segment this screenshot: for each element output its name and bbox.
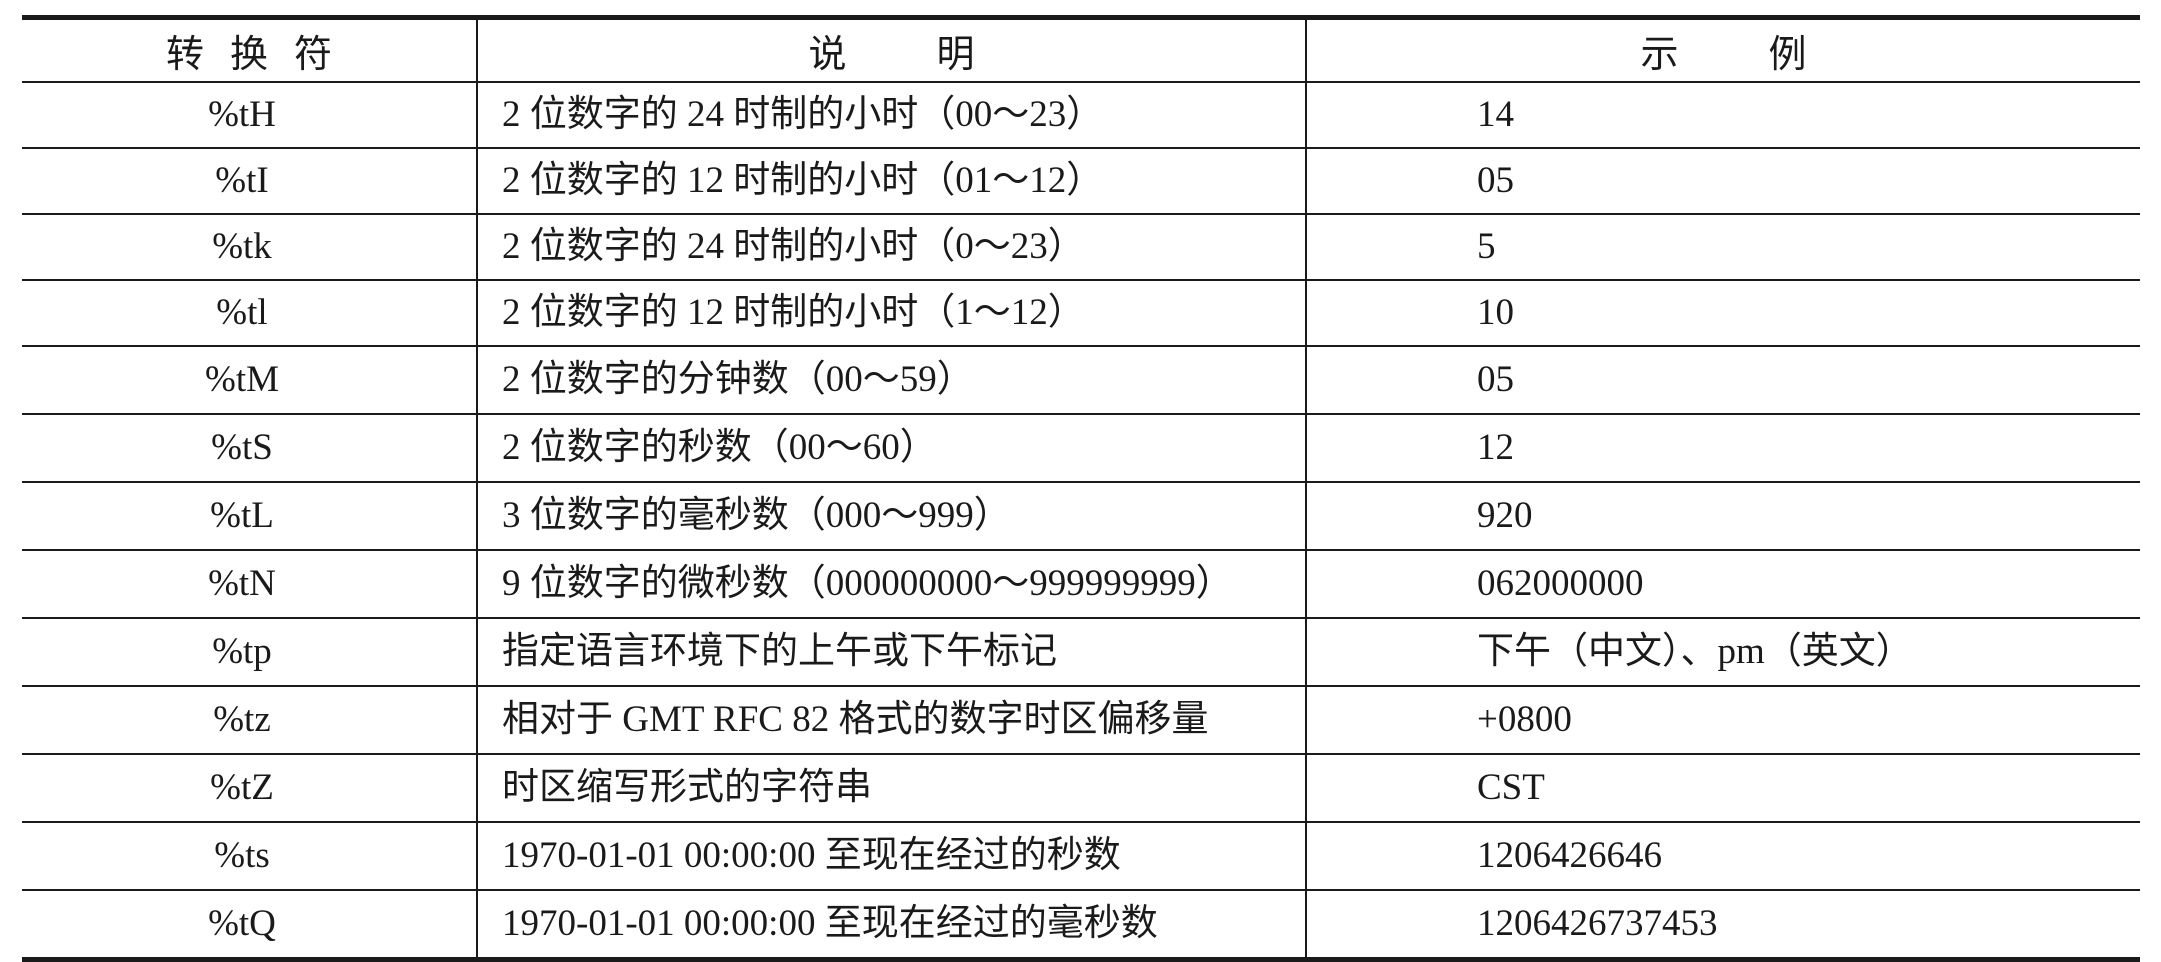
- table-row: %tl 2 位数字的 12 时制的小时（1～12） 10: [22, 280, 2140, 347]
- example-cell: 05: [1305, 148, 2140, 215]
- example-cell: +0800: [1305, 686, 2140, 755]
- table-row: %tZ 时区缩写形式的字符串 CST: [22, 754, 2140, 823]
- description-cell: 3 位数字的毫秒数（000～999）: [476, 482, 1306, 551]
- table-row: %tH 2 位数字的 24 时制的小时（00～23） 14: [22, 82, 2140, 149]
- example-cell: 920: [1305, 482, 2140, 551]
- description-cell: 2 位数字的 24 时制的小时（00～23）: [476, 82, 1306, 149]
- conversion-code: %tp: [22, 618, 477, 687]
- conversion-code: %tQ: [208, 902, 276, 944]
- table-row: %tN 9 位数字的微秒数（000000000～999999999） 06200…: [22, 550, 2140, 619]
- conversion-code: %tl: [22, 280, 477, 347]
- description-cell: 1970-01-01 00:00:00 至现在经过的秒数: [476, 822, 1306, 891]
- conversion-code: %tZ: [22, 754, 477, 823]
- table-body: %tH 2 位数字的 24 时制的小时（00～23） 14 %tI 2 位数字的…: [22, 82, 2140, 960]
- example-cell: 14: [1305, 82, 2140, 149]
- table-row: %tI 2 位数字的 12 时制的小时（01～12） 05: [22, 148, 2140, 215]
- example-cell: 062000000: [1305, 550, 2140, 619]
- conversion-code: %tz: [22, 686, 477, 755]
- description-cell: 2 位数字的秒数（00～60）: [476, 414, 1306, 483]
- description-cell: 1970-01-01 00:00:00 至现在经过的毫秒数: [476, 890, 1306, 960]
- description-cell: 相对于 GMT RFC 82 格式的数字时区偏移量: [476, 686, 1306, 755]
- description-cell: 时区缩写形式的字符串: [476, 754, 1306, 823]
- description-cell: 2 位数字的分钟数（00～59）: [476, 346, 1306, 415]
- conversion-code: %tN: [22, 550, 477, 619]
- table-row: %ts 1970-01-01 00:00:00 至现在经过的秒数 1206426…: [22, 822, 2140, 891]
- example-cell: 5: [1305, 214, 2140, 281]
- description-cell: 2 位数字的 12 时制的小时（01～12）: [476, 148, 1306, 215]
- conversion-code: %tI: [22, 148, 477, 215]
- header-description: 说明: [476, 17, 1306, 83]
- conversion-code: %tM: [22, 346, 477, 415]
- table-row: %tM 2 位数字的分钟数（00～59） 05: [22, 346, 2140, 415]
- format-conversion-table: 转换符 说明 示例 %tH 2 位数字的 24 时制的小时（00～23） 14 …: [22, 15, 2140, 962]
- description-cell: 2 位数字的 12 时制的小时（1～12）: [476, 280, 1306, 347]
- table-row: %tQ 1970-01-01 00:00:00 至现在经过的毫秒数 120642…: [22, 890, 2140, 960]
- document-page: 转换符 说明 示例 %tH 2 位数字的 24 时制的小时（00～23） 14 …: [0, 0, 2161, 962]
- conversion-code: %tL: [22, 482, 477, 551]
- table-header: 转换符 说明 示例: [22, 17, 2140, 83]
- description-cell: 2 位数字的 24 时制的小时（0～23）: [476, 214, 1306, 281]
- table-row: %tz 相对于 GMT RFC 82 格式的数字时区偏移量 +0800: [22, 686, 2140, 755]
- example-cell: 1206426646: [1305, 822, 2140, 891]
- example-cell: 10: [1305, 280, 2140, 347]
- example-cell: 05: [1305, 346, 2140, 415]
- example-cell: CST: [1305, 754, 2140, 823]
- table-row: %tL 3 位数字的毫秒数（000～999） 920: [22, 482, 2140, 551]
- header-conversion: 转换符: [22, 17, 477, 83]
- conversion-code: %tS: [22, 414, 477, 483]
- example-cell: 下午（中文）、pm（英文）: [1305, 618, 2140, 687]
- table-row: %tp 指定语言环境下的上午或下午标记 下午（中文）、pm（英文）: [22, 618, 2140, 687]
- conversion-code: %ts: [22, 822, 477, 891]
- table-row: %tk 2 位数字的 24 时制的小时（0～23） 5: [22, 214, 2140, 281]
- example-cell: 12: [1305, 414, 2140, 483]
- description-cell: 指定语言环境下的上午或下午标记: [476, 618, 1306, 687]
- conversion-code: %tH: [22, 82, 477, 149]
- table-row: %tS 2 位数字的秒数（00～60） 12: [22, 414, 2140, 483]
- conversion-code: %tk: [22, 214, 477, 281]
- header-row: 转换符 说明 示例: [22, 17, 2140, 83]
- header-example: 示例: [1305, 17, 2140, 83]
- example-cell: 1206426737453: [1305, 890, 2140, 960]
- description-cell: 9 位数字的微秒数（000000000～999999999）: [476, 550, 1306, 619]
